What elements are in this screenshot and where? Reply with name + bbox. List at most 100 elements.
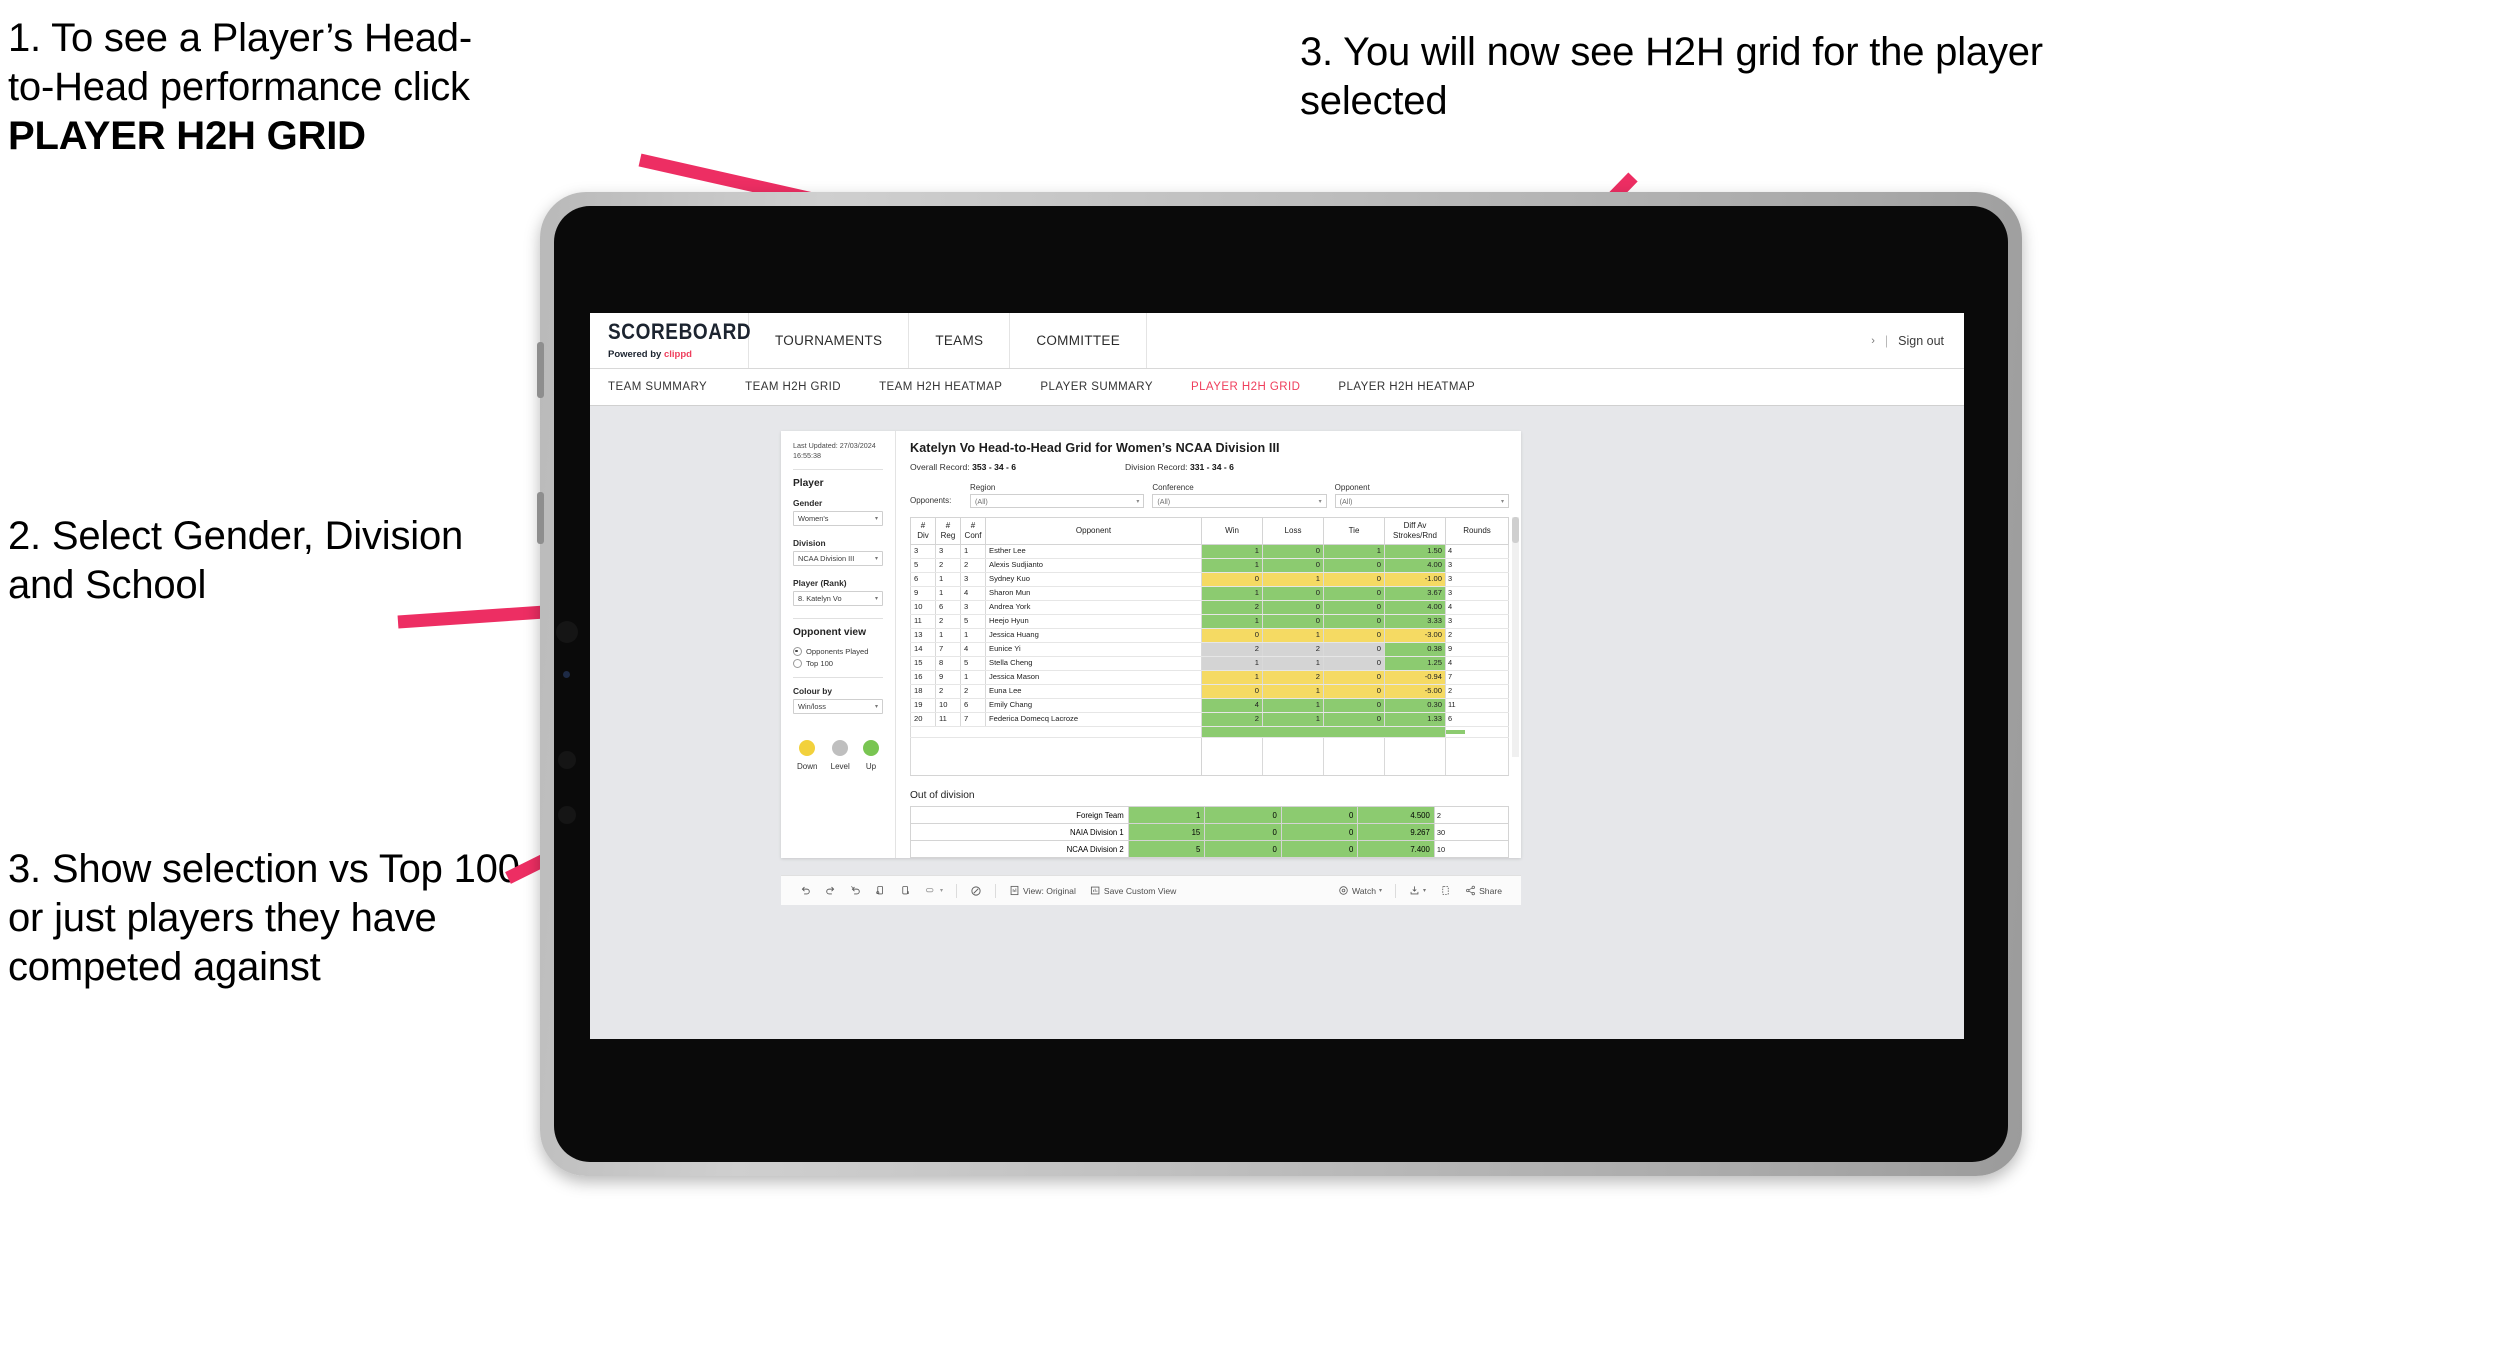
tab-team-h2h-heatmap[interactable]: TEAM H2H HEATMAP	[879, 381, 1024, 393]
out-of-division-row[interactable]: NCAA Division 2 5 0 0 7.400 10	[910, 840, 1510, 858]
front-camera-icon	[556, 621, 578, 643]
pause-auto-updates-button[interactable]	[963, 885, 989, 897]
table-row[interactable]: 15 8 5 Stella Cheng 1 1 0 1.25 4	[910, 656, 1509, 671]
cell-tie: 0	[1323, 614, 1385, 629]
device-button-volume-down[interactable]	[537, 492, 544, 544]
nav-item-committee[interactable]: COMMITTEE	[1010, 313, 1148, 368]
col-conf[interactable]: # Conf	[960, 517, 986, 545]
cell-ood-tie: 0	[1280, 840, 1359, 858]
chevron-down-icon: ▾	[874, 704, 878, 711]
col-opponent[interactable]: Opponent	[985, 517, 1202, 545]
tab-player-summary[interactable]: PLAYER SUMMARY	[1040, 381, 1175, 393]
table-row[interactable]: 20 11 7 Federica Domecq Lacroze 2 1 0 1.33 6	[910, 712, 1509, 727]
col-div[interactable]: # Div	[910, 517, 936, 545]
gender-select[interactable]: Women's ▾	[793, 511, 883, 527]
cell-ood-label: NCAA Division 2	[910, 840, 1129, 858]
out-of-division-body: Foreign Team 1 0 0 4.500 2 NAIA Division 1 15 0 0…	[910, 806, 1510, 858]
table-row[interactable]: 6 1 3 Sydney Kuo 0 1 0 -1.00 3	[910, 572, 1509, 587]
redo-button[interactable]	[818, 885, 843, 896]
cell-ood-loss: 0	[1204, 806, 1282, 824]
undo-button[interactable]	[793, 885, 818, 896]
conference-select[interactable]: (All) ▾	[1152, 494, 1327, 508]
viz-toolbar: ▾ View: Original Save Custom View Watch ▾…	[781, 875, 1521, 905]
refresh-button[interactable]	[868, 885, 893, 896]
dashboard-canvas: Last Updated: 27/03/2024 16:55:38 Player…	[590, 406, 1964, 1039]
cell-rounds: 4	[1445, 656, 1509, 671]
cell-loss: 2	[1262, 670, 1324, 685]
table-scrollbar[interactable]	[1512, 517, 1519, 757]
col-rounds[interactable]: Rounds	[1445, 517, 1509, 545]
brand-subtitle: Powered by clippd	[608, 349, 748, 360]
out-of-division-row[interactable]: NAIA Division 1 15 0 0 9.267 30	[910, 823, 1510, 841]
col-reg[interactable]: # Reg	[935, 517, 961, 545]
cell-reg: 6	[935, 600, 961, 615]
cell-win: 4	[1201, 698, 1263, 713]
out-of-division-row[interactable]: Foreign Team 1 0 0 4.500 2	[910, 806, 1510, 824]
table-row[interactable]: 3 3 1 Esther Lee 1 0 1 1.50 4	[910, 544, 1509, 559]
cell-rounds: 3	[1445, 572, 1509, 587]
tab-team-h2h-grid[interactable]: TEAM H2H GRID	[745, 381, 863, 393]
watch-button[interactable]: Watch ▾	[1331, 885, 1389, 896]
header-row: # Div # Reg # Conf Opponent Win Loss Tie Di…	[910, 517, 1509, 545]
region-select[interactable]: (All) ▾	[970, 494, 1145, 508]
table-row[interactable]: 5 2 2 Alexis Sudjianto 1 0 0 4.00 3	[910, 558, 1509, 573]
table-spacer-row	[910, 737, 1509, 776]
legend-dot-level	[832, 740, 849, 757]
radio-top-100[interactable]: Top 100	[793, 659, 883, 669]
table-row[interactable]: 13 1 1 Jessica Huang 0 1 0 -3.00 2	[910, 628, 1509, 643]
table-row[interactable]: 19 10 6 Emily Chang 4 1 0 0.30 11	[910, 698, 1509, 713]
cell-win: 1	[1201, 614, 1263, 629]
cell-ood-label: NAIA Division 1	[910, 823, 1129, 841]
device-button-volume-up[interactable]	[537, 342, 544, 398]
presentation-button[interactable]: ▾	[918, 885, 950, 896]
revert-button[interactable]	[843, 885, 868, 896]
cell-diff-av: 1.50	[1384, 544, 1446, 559]
table-row[interactable]: 10 6 3 Andrea York 2 0 0 4.00 4	[910, 600, 1509, 615]
col-win[interactable]: Win	[1201, 517, 1263, 545]
cell-win: 0	[1201, 572, 1263, 587]
tab-player-h2h-grid[interactable]: PLAYER H2H GRID	[1191, 381, 1322, 393]
nav-item-tournaments[interactable]: TOURNAMENTS	[749, 313, 910, 368]
col-tie[interactable]: Tie	[1323, 517, 1385, 545]
col-diff-av[interactable]: Diff Av Strokes/Rnd	[1384, 517, 1446, 545]
radio-opponents-played[interactable]: Opponents Played	[793, 647, 883, 657]
record-row: Overall Record: 353 - 34 - 6 Division Re…	[910, 462, 1509, 472]
cell-win: 0	[1201, 684, 1263, 699]
browser-viewport: SCOREBOARD Powered by clippd TOURNAMENTS…	[590, 313, 1964, 1039]
h2h-grid-body: 3 3 1 Esther Lee 1 0 1 1.50 4 5 2 2 Alexis Sudjianto…	[910, 544, 1509, 776]
sign-out-link[interactable]: Sign out	[1898, 334, 1944, 348]
overall-record-value: 353 - 34 - 6	[972, 462, 1017, 472]
radio-opponents-played-label: Opponents Played	[806, 647, 869, 657]
tab-team-summary[interactable]: TEAM SUMMARY	[608, 381, 729, 393]
col-loss[interactable]: Loss	[1262, 517, 1324, 545]
cell-reg: 2	[935, 558, 961, 573]
nav-item-teams[interactable]: TEAMS	[909, 313, 1011, 368]
cell-loss: 1	[1262, 572, 1324, 587]
table-row[interactable]: 14 7 4 Eunice Yi 2 2 0 0.38 9	[910, 642, 1509, 657]
tab-player-h2h-heatmap[interactable]: PLAYER H2H HEATMAP	[1338, 381, 1497, 393]
view-original-button[interactable]: View: Original	[1002, 885, 1083, 896]
share-button[interactable]: Share	[1458, 885, 1509, 896]
table-row[interactable]: 16 9 1 Jessica Mason 1 2 0 -0.94 7	[910, 670, 1509, 685]
division-select[interactable]: NCAA Division III ▾	[793, 551, 883, 567]
table-row-partial[interactable]	[910, 726, 1509, 738]
device-layout-button[interactable]	[1433, 885, 1458, 896]
brand-logo[interactable]: SCOREBOARD Powered by clippd	[590, 313, 752, 368]
player-rank-select[interactable]: 8. Katelyn Vo ▾	[793, 591, 883, 607]
opponent-select[interactable]: (All) ▾	[1334, 494, 1509, 508]
save-custom-view-button[interactable]: Save Custom View	[1083, 885, 1183, 896]
colour-by-select[interactable]: Win/loss ▾	[793, 699, 883, 715]
pause-button[interactable]	[893, 885, 918, 896]
table-row[interactable]: 11 2 5 Heejo Hyun 1 0 0 3.33 3	[910, 614, 1509, 629]
scrollbar-thumb[interactable]	[1512, 517, 1519, 543]
sidebar-divider-3	[793, 677, 883, 679]
brand-title: SCOREBOARD	[608, 319, 752, 345]
chevron-right-icon[interactable]: ›	[1871, 335, 1875, 347]
cell-rounds: 4	[1445, 600, 1509, 615]
cell-reg: 11	[935, 712, 961, 727]
download-button[interactable]: ▾	[1402, 885, 1433, 896]
table-row[interactable]: 18 2 2 Euna Lee 0 1 0 -5.00 2	[910, 684, 1509, 699]
cell-opponent: Esther Lee	[985, 544, 1202, 559]
cell-diff-av: 3.33	[1384, 614, 1446, 629]
table-row[interactable]: 9 1 4 Sharon Mun 1 0 0 3.67 3	[910, 586, 1509, 601]
